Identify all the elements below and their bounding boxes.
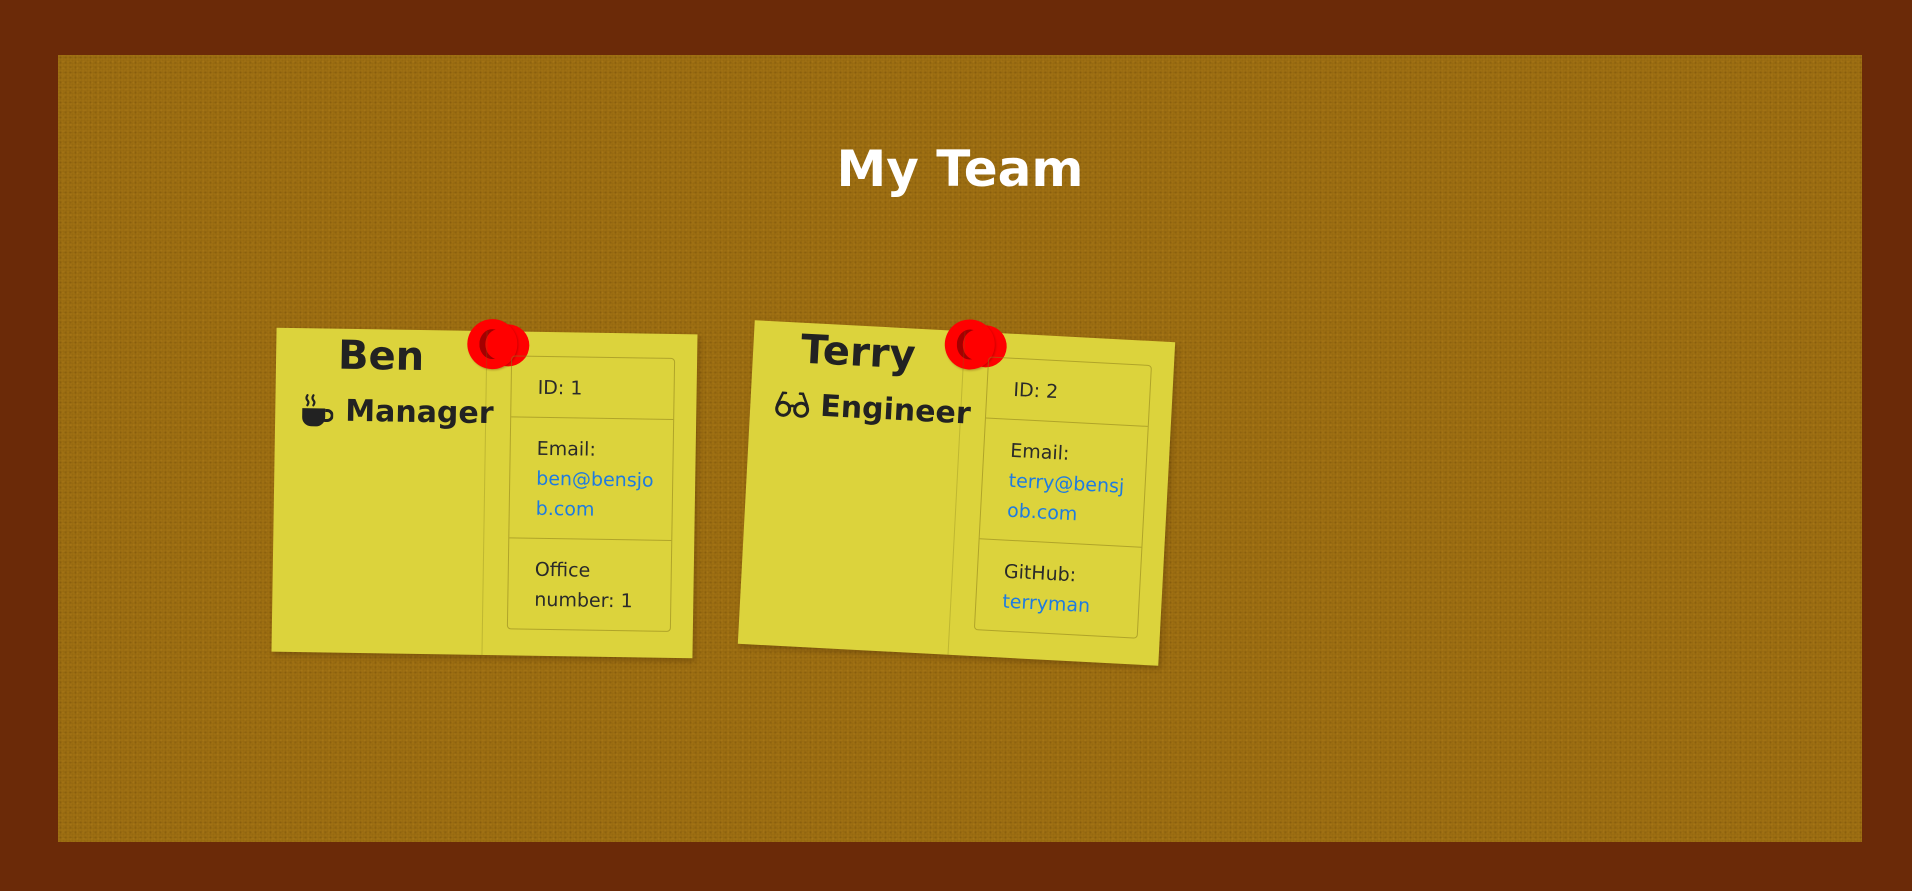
github-link[interactable]: terryman <box>1002 587 1121 623</box>
coffee-cup-icon <box>299 392 336 429</box>
corkboard: My Team Ben Manager ID: 1 Email: ben@ben… <box>58 55 1862 842</box>
github-label: GitHub: <box>1003 560 1077 587</box>
card-header: Terry Engineer <box>737 320 972 655</box>
employee-name: Terry <box>799 326 917 379</box>
card-header: Ben Manager <box>271 327 494 655</box>
email-link[interactable]: terry@bensjob.com <box>1006 466 1127 532</box>
email-link[interactable]: ben@bensjob.com <box>536 464 655 526</box>
office-number-item: Office number: 1 <box>508 538 671 631</box>
email-label: Email: <box>536 437 596 461</box>
glasses-icon <box>774 385 812 423</box>
id-item: ID: 2 <box>985 357 1151 427</box>
email-label: Email: <box>1009 439 1070 465</box>
employee-role: Engineer <box>774 385 972 431</box>
employee-name: Ben <box>337 332 425 381</box>
employee-card-terry: Terry Engineer ID: 2 Email: terry@bensjo… <box>737 318 1176 666</box>
github-item: GitHub: terryman <box>975 539 1141 637</box>
id-item: ID: 1 <box>511 356 675 420</box>
email-item: Email: ben@bensjob.com <box>509 417 674 541</box>
page-title: My Team <box>836 140 1084 198</box>
role-label: Engineer <box>819 388 972 432</box>
role-label: Manager <box>344 393 494 431</box>
office-number-label: Office number: 1 <box>534 558 633 613</box>
email-item: Email: terry@bensjob.com <box>979 418 1148 548</box>
employee-role: Manager <box>299 392 494 431</box>
employee-card-ben: Ben Manager ID: 1 Email: ben@bensjob.com <box>271 318 698 659</box>
details-list: ID: 1 Email: ben@bensjob.com Office numb… <box>506 355 676 632</box>
details-list: ID: 2 Email: terry@bensjob.com GitHub: t… <box>973 356 1152 639</box>
